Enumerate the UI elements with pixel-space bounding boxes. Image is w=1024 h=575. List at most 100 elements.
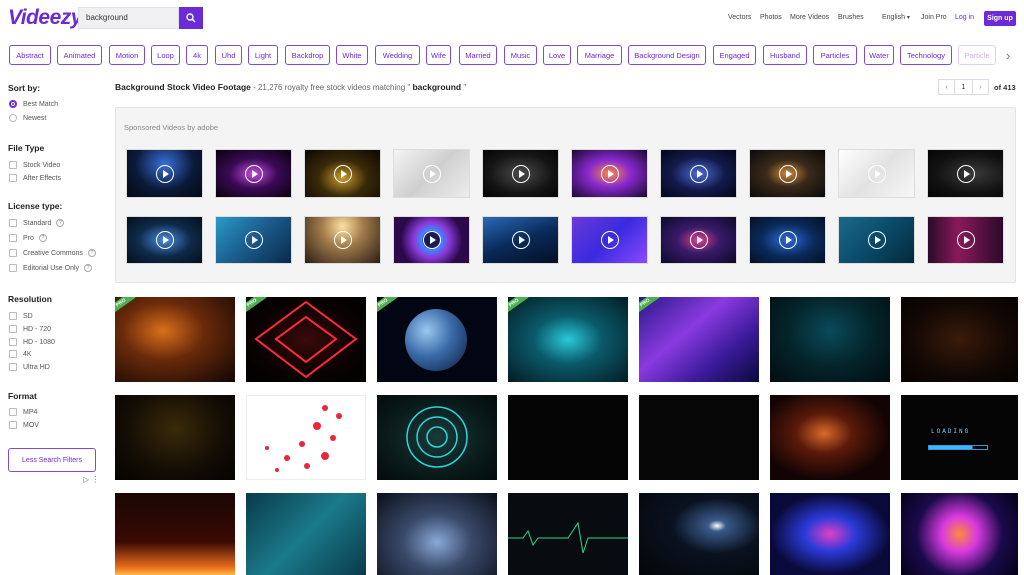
nav-more-videos[interactable]: More Videos (790, 14, 829, 21)
checkbox[interactable] (9, 312, 17, 320)
sponsored-video[interactable] (393, 216, 470, 264)
tag-wedding[interactable]: Wedding (375, 45, 420, 65)
signup-button[interactable]: Sign up (984, 11, 1016, 26)
pagination-prev[interactable]: ‹ (938, 79, 955, 95)
video-thumbnail[interactable] (639, 395, 759, 480)
checkbox[interactable] (9, 161, 17, 169)
checkbox[interactable] (9, 350, 17, 358)
filter-mov[interactable]: MOV (9, 421, 39, 429)
sponsored-video[interactable] (838, 216, 915, 264)
video-thumbnail[interactable] (377, 395, 497, 480)
nav-vectors[interactable]: Vectors (728, 14, 751, 21)
video-thumbnail[interactable] (377, 493, 497, 575)
sponsored-video[interactable] (571, 216, 648, 264)
filter-hd-1080[interactable]: HD - 1080 (9, 338, 55, 346)
tag-white[interactable]: White (336, 45, 368, 65)
sponsored-video[interactable] (927, 149, 1004, 198)
videezy-logo[interactable]: Videezy (8, 6, 82, 30)
sponsored-video[interactable] (126, 149, 203, 198)
tag-light[interactable]: Light (248, 45, 278, 65)
video-thumbnail[interactable] (901, 493, 1018, 575)
tag-particles[interactable]: Particles (813, 45, 857, 65)
checkbox[interactable] (9, 234, 17, 242)
video-thumbnail[interactable] (639, 493, 759, 575)
sponsored-video[interactable] (215, 149, 292, 198)
checkbox[interactable] (9, 249, 17, 257)
filter-after-effects[interactable]: After Effects (9, 174, 61, 182)
sponsored-video[interactable] (660, 216, 737, 264)
tag-loop[interactable]: Loop (151, 45, 180, 65)
video-thumbnail[interactable]: PRO (115, 297, 235, 382)
help-icon[interactable]: ? (38, 234, 47, 242)
video-thumbnail[interactable] (770, 493, 890, 575)
tag-married[interactable]: Married (459, 45, 497, 65)
chevron-right-icon[interactable]: › (1006, 48, 1010, 63)
tag-wife[interactable]: Wife (426, 45, 451, 65)
radio[interactable] (9, 114, 17, 122)
help-icon[interactable]: ? (87, 249, 96, 257)
filter-pro[interactable]: Pro? (9, 234, 47, 242)
filter-editorial[interactable]: Editorial Use Only? (9, 264, 93, 272)
sponsored-video[interactable] (304, 149, 381, 198)
video-thumbnail[interactable]: LOADING (901, 395, 1018, 480)
less-search-filters-button[interactable]: Less Search Filters (8, 448, 96, 472)
filter-stock-video[interactable]: Stock Video (9, 161, 60, 169)
sponsored-video[interactable] (927, 216, 1004, 264)
language-select[interactable]: English ▾ (882, 14, 910, 21)
sort-best-match[interactable]: Best Match (9, 100, 58, 108)
checkbox[interactable] (9, 174, 17, 182)
nav-photos[interactable]: Photos (760, 14, 782, 21)
checkbox[interactable] (9, 408, 17, 416)
tag-marriage[interactable]: Marriage (577, 45, 622, 65)
filter-standard[interactable]: Standard? (9, 219, 65, 227)
tag-love[interactable]: Love (543, 45, 571, 65)
video-thumbnail[interactable] (508, 493, 628, 575)
sponsored-video[interactable] (571, 149, 648, 198)
sponsored-video[interactable] (215, 216, 292, 264)
checkbox[interactable] (9, 219, 17, 227)
tag-abstract[interactable]: Abstract (9, 45, 51, 65)
video-thumbnail[interactable]: PRO (508, 297, 628, 382)
filter-4k[interactable]: 4K (9, 350, 32, 358)
tag-motion[interactable]: Motion (109, 45, 145, 65)
sponsored-video[interactable] (660, 149, 737, 198)
tag-4k[interactable]: 4k (186, 45, 208, 65)
pagination-next[interactable]: › (972, 79, 989, 95)
video-thumbnail[interactable] (508, 395, 628, 480)
help-icon[interactable]: ? (56, 219, 65, 227)
tag-husband[interactable]: Husband (763, 45, 807, 65)
video-thumbnail[interactable] (246, 493, 366, 575)
checkbox[interactable] (9, 338, 17, 346)
tag-technology[interactable]: Technology (900, 45, 952, 65)
search-input[interactable]: background (78, 7, 179, 29)
sponsored-video[interactable] (749, 149, 826, 198)
tag-background-design[interactable]: Background Design (628, 45, 706, 65)
sort-newest[interactable]: Newest (9, 114, 46, 122)
tag-animated[interactable]: Animated (57, 45, 102, 65)
video-thumbnail[interactable]: PRO (377, 297, 497, 382)
tag-backdrop[interactable]: Backdrop (285, 45, 330, 65)
checkbox[interactable] (9, 264, 17, 272)
sponsored-video[interactable] (482, 216, 559, 264)
sponsored-video[interactable] (838, 149, 915, 198)
checkbox[interactable] (9, 363, 17, 371)
search-button[interactable] (179, 7, 203, 29)
filter-mp4[interactable]: MP4 (9, 408, 37, 416)
sponsored-video[interactable] (749, 216, 826, 264)
sponsored-video[interactable] (482, 149, 559, 198)
sponsored-video[interactable] (304, 216, 381, 264)
video-thumbnail[interactable]: PRO (639, 297, 759, 382)
video-thumbnail[interactable] (770, 395, 890, 480)
nav-brushes[interactable]: Brushes (838, 14, 864, 21)
filter-ultra-hd[interactable]: Ultra HD (9, 363, 50, 371)
tag-engaged[interactable]: Engaged (713, 45, 756, 65)
radio-selected[interactable] (9, 100, 17, 108)
video-thumbnail[interactable]: PRO (246, 297, 366, 382)
sponsored-video[interactable] (126, 216, 203, 264)
video-thumbnail[interactable] (246, 395, 366, 480)
help-icon[interactable]: ? (84, 264, 93, 272)
ad-choices-icon[interactable]: ▷ ⋮ (83, 475, 99, 484)
video-thumbnail[interactable] (115, 493, 235, 575)
tag-particle[interactable]: Particle (958, 45, 996, 65)
tag-music[interactable]: Music (504, 45, 537, 65)
